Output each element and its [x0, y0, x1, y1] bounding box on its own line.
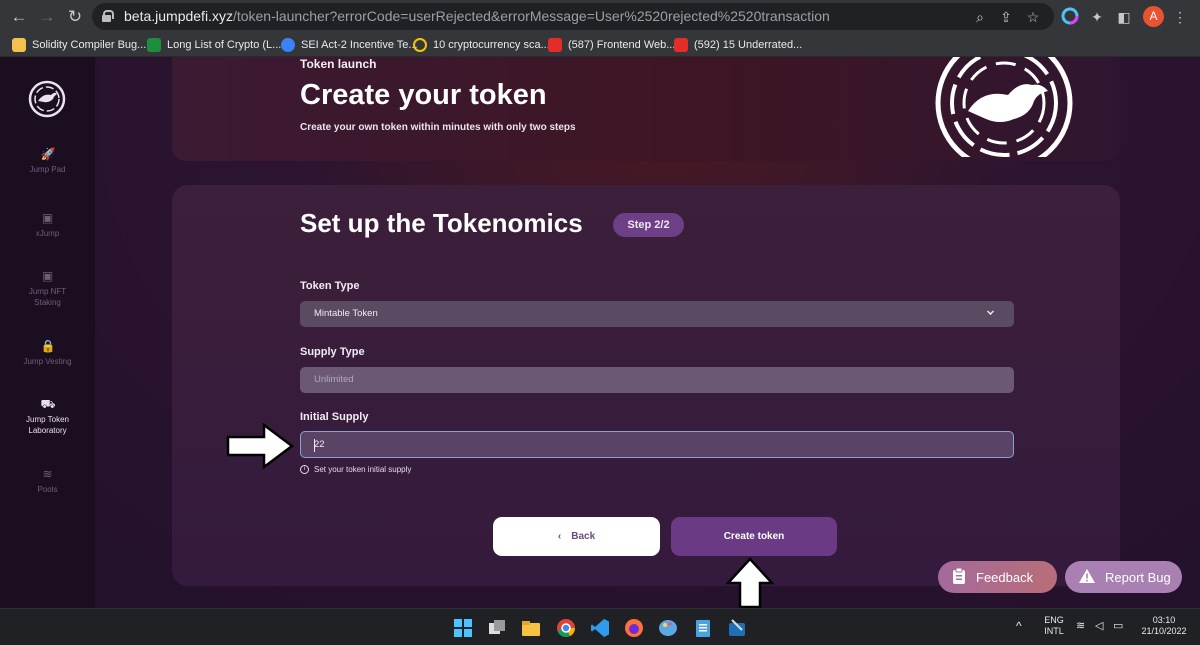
supply-type-field: Unlimited — [300, 367, 1014, 393]
annotation-arrow-up-icon — [725, 557, 775, 608]
bookmark-favicon-icon — [413, 38, 427, 52]
rocket-icon: 🚀 — [40, 147, 56, 161]
star-icon[interactable]: ☆ — [1023, 7, 1043, 27]
reload-icon[interactable]: ↻ — [64, 6, 86, 28]
sidebar-item-xjump[interactable]: ▣ xJump — [0, 211, 95, 239]
token-type-select[interactable]: Mintable Token — [300, 301, 1014, 327]
extensions-puzzle-icon[interactable]: ✦ — [1087, 7, 1107, 27]
battery-icon[interactable]: ▭ — [1113, 621, 1123, 632]
waves-icon: ≋ — [42, 467, 53, 481]
sidebar-item-token-laboratory[interactable]: ⛟ Jump Token Laboratory — [0, 397, 95, 436]
token-type-value: Mintable Token — [314, 308, 378, 319]
section-title: Set up the Tokenomics — [300, 208, 583, 238]
warning-icon — [1079, 568, 1095, 586]
clock[interactable]: 03:10 21/10/2022 — [1136, 615, 1192, 637]
profile-avatar[interactable]: A — [1143, 6, 1164, 27]
youtube-icon — [674, 38, 688, 52]
chevron-down-icon — [987, 308, 994, 315]
report-bug-button[interactable]: Report Bug — [1065, 561, 1182, 593]
bookmark-item[interactable]: 10 cryptocurrency sca... — [413, 37, 550, 53]
back-arrow-icon[interactable]: ← — [8, 6, 30, 28]
step-badge: Step 2/2 — [613, 213, 684, 237]
report-bug-label: Report Bug — [1105, 569, 1171, 585]
language-indicator[interactable]: ENG INTL — [1040, 615, 1068, 637]
bookmark-item[interactable]: SEI Act-2 Incentive Te... — [281, 37, 418, 53]
chrome-icon[interactable] — [556, 618, 576, 638]
feedback-label: Feedback — [976, 569, 1034, 585]
chevron-up-icon[interactable]: ^ — [1016, 620, 1022, 632]
youtube-icon — [548, 38, 562, 52]
info-icon: i — [300, 465, 309, 474]
annotation-arrow-right-icon — [226, 422, 295, 474]
kangaroo-logo-icon — [930, 57, 1078, 161]
feedback-button[interactable]: Feedback — [938, 561, 1057, 593]
tokenomics-card: Set up the Tokenomics Step 2/2 Token Typ… — [172, 185, 1120, 586]
wallet-icon: ▣ — [41, 269, 54, 283]
windows-start-icon[interactable] — [453, 618, 473, 638]
sidebar: 🚀 Jump Pad ▣ xJump ▣ Jump NFT Staking 🔒 Jump… — [0, 57, 95, 608]
page-viewport: 🚀 Jump Pad ▣ xJump ▣ Jump NFT Staking 🔒 Jump… — [0, 57, 1200, 608]
bookmark-item[interactable]: Solidity Compiler Bug... — [12, 37, 146, 53]
initial-supply-label: Initial Supply — [300, 411, 369, 423]
clock-date: 21/10/2022 — [1141, 626, 1187, 636]
sidebar-item-nft-staking[interactable]: ▣ Jump NFT Staking — [0, 269, 95, 308]
bookmarks-bar: Solidity Compiler Bug... Long List of Cr… — [0, 33, 1200, 57]
supply-type-label: Supply Type — [300, 346, 365, 358]
paint-icon[interactable] — [658, 618, 678, 638]
sidebar-item-vesting[interactable]: 🔒 Jump Vesting — [0, 339, 95, 367]
text-caret — [314, 439, 315, 452]
bookmark-item[interactable]: (592) 15 Underrated... — [674, 37, 802, 53]
volume-icon[interactable]: ◁ — [1095, 621, 1103, 632]
windows-taskbar: ^ ENG INTL ≋ ◁ ▭ 03:10 21/10/2022 — [0, 608, 1200, 645]
lang-top: ENG — [1044, 615, 1064, 625]
chevron-left-icon: ‹ — [557, 531, 562, 542]
wallet-icon: ▣ — [41, 211, 54, 225]
bookmark-item[interactable]: (587) Frontend Web... — [548, 37, 675, 53]
hint-text: Set your token initial supply — [314, 465, 412, 474]
snipping-tool-icon[interactable] — [727, 618, 747, 638]
supply-type-placeholder: Unlimited — [314, 374, 354, 385]
sidebar-item-jump-pad[interactable]: 🚀 Jump Pad — [0, 147, 95, 175]
initial-supply-hint: i Set your token initial supply — [300, 465, 411, 474]
lock-icon — [102, 10, 114, 22]
url-text: beta.jumpdefi.xyz/token-launcher?errorCo… — [124, 8, 830, 24]
address-bar[interactable]: beta.jumpdefi.xyz/token-launcher?errorCo… — [92, 3, 1054, 30]
menu-kebab-icon[interactable]: ⋮ — [1170, 7, 1190, 27]
extension-color-icon[interactable] — [1060, 7, 1080, 27]
share-icon[interactable]: ⇪ — [996, 7, 1016, 27]
create-token-button[interactable]: Create token — [671, 517, 837, 556]
side-panel-icon[interactable]: ◧ — [1114, 7, 1134, 27]
task-view-icon[interactable] — [487, 618, 507, 638]
back-button-label: Back — [571, 531, 596, 542]
forward-arrow-icon[interactable]: → — [36, 6, 58, 28]
vscode-icon[interactable] — [590, 618, 610, 638]
firefox-icon[interactable] — [624, 618, 644, 638]
browser-toolbar: ← → ↻ beta.jumpdefi.xyz/token-launcher?e… — [0, 0, 1200, 33]
hero-subtitle: Create your own token within minutes wit… — [300, 122, 576, 133]
jump-logo-icon[interactable] — [27, 79, 67, 119]
page-title: Create your token — [300, 79, 547, 111]
initial-supply-value: 22 — [314, 439, 325, 450]
lang-bottom: INTL — [1044, 626, 1064, 636]
bookmark-item[interactable]: Long List of Crypto (L... — [147, 37, 281, 53]
notepad-icon[interactable] — [693, 618, 713, 638]
token-type-label: Token Type — [300, 280, 360, 292]
bookmark-favicon-icon — [147, 38, 161, 52]
bookmark-favicon-icon — [12, 38, 26, 52]
clipboard-icon — [952, 567, 966, 587]
file-explorer-icon[interactable] — [521, 618, 541, 638]
lock-icon: 🔒 — [40, 339, 56, 353]
bookmark-favicon-icon — [281, 38, 295, 52]
initial-supply-input[interactable]: 22 — [300, 431, 1014, 458]
zoom-icon[interactable]: ⌕ — [970, 7, 990, 27]
hero-banner: Token launch Create your token Create yo… — [172, 57, 1120, 161]
wifi-icon[interactable]: ≋ — [1076, 621, 1085, 632]
clock-time: 03:10 — [1152, 615, 1176, 625]
tractor-icon: ⛟ — [40, 397, 56, 411]
back-button[interactable]: ‹ Back — [493, 517, 660, 556]
sidebar-item-pools[interactable]: ≋ Pools — [0, 467, 95, 495]
hero-kicker: Token launch — [300, 57, 377, 71]
create-token-label: Create token — [723, 531, 785, 542]
